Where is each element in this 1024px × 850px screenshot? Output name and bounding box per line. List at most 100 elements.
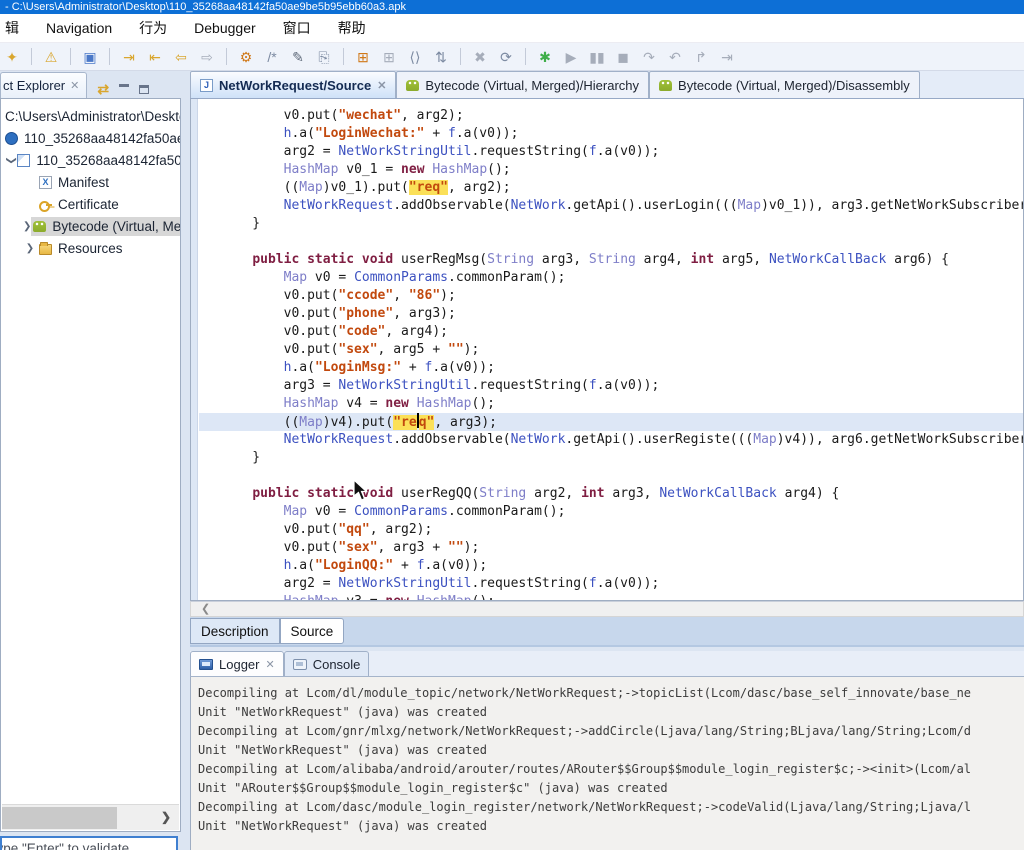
tab-logger[interactable]: Logger ✕ [190,651,284,676]
explorer-toolbar: ⇄ [97,81,149,98]
pause-icon[interactable]: ▮▮ [588,49,606,65]
close-icon[interactable]: ✕ [70,79,79,92]
toolbar-separator [226,48,227,65]
code-line: ((Map)v0_1).put("req", arg2); [199,179,1023,197]
menu-item-item[interactable]: 辑 [5,18,19,38]
menu-item-item[interactable]: 行为 [139,18,167,38]
toolbar-separator [343,48,344,65]
jump-into-icon[interactable]: ⇤ [146,49,164,65]
menu-item-navigation[interactable]: Navigation [46,20,112,36]
navigate-back-icon[interactable]: ⇦ [172,49,190,65]
code-view-icon[interactable]: ⟨⟩ [406,49,424,65]
filter-hint-box[interactable]: Type "Enter" to validate [0,836,178,850]
debug-icon[interactable]: ✱ [536,49,554,65]
code-line: HashMap v0_1 = new HashMap(); [199,161,1023,179]
java-file-icon: J [200,79,213,92]
log-line: Unit "NetWorkRequest" (java) was created [198,817,1024,836]
expand-icon[interactable]: ❯ [23,221,31,232]
delete-icon[interactable]: ✖ [471,49,489,65]
link-with-editor-icon[interactable]: ⇄ [97,81,109,98]
navigate-forward-icon[interactable]: ⇨ [198,49,216,65]
editor-bottom-tab-bar: Description Source [190,617,1024,647]
tree-item-c-users-administrator-desktop[interactable]: C:\Users\Administrator\Desktop [1,105,180,127]
comment-icon[interactable]: /* [263,49,281,65]
tree-item-label: Resources [58,241,123,256]
tab-networkrequest-source[interactable]: J NetWorkRequest/Source ✕ [190,71,396,98]
grid-view-icon[interactable]: ⊞ [354,49,372,65]
menu-item-debugger[interactable]: Debugger [194,20,256,36]
maximize-icon[interactable] [139,85,149,94]
code-line: public static void userRegMsg(String arg… [199,251,1023,269]
bottom-tab-label: Description [201,624,269,639]
tree-item-certificate[interactable]: Certificate [1,193,180,215]
app-window: - C:\Users\Administrator\Desktop\110_352… [0,0,1024,850]
code-line: v0.put("phone", arg3); [199,305,1023,323]
scroll-right-icon[interactable]: ❯ [161,810,171,824]
code-line: h.a("LoginQQ:" + f.a(v0)); [199,557,1023,575]
stop-icon[interactable]: ◼ [614,49,632,65]
collapse-icon[interactable]: ❯ [6,156,17,164]
mouse-cursor [353,480,369,502]
menu-item-item[interactable]: 窗口 [283,18,311,38]
editor-tab-bar: J NetWorkRequest/Source ✕ Bytecode (Virtual… [190,71,1024,99]
code-content: v0.put("wechat", arg2); h.a("LoginWechat… [199,107,1023,601]
logger-tab-bar: Logger ✕ Console [190,651,1024,677]
tab-bytecode-virtual-merged-hierar[interactable]: Bytecode (Virtual, Merged)/Hierarchy [396,71,649,98]
rename-icon[interactable]: ✎ [289,49,307,65]
code-line: public static void userRegQQ(String arg2… [199,485,1023,503]
explorer-body: C:\Users\Administrator\Desktop 110_35268a… [0,98,181,832]
step-into-icon[interactable]: ↶ [666,49,684,65]
tab-description[interactable]: Description [190,618,280,644]
code-line: HashMap v4 = new HashMap(); [199,395,1023,413]
refresh-icon[interactable]: ⟳ [497,49,515,65]
logger-tab-label: Logger [219,657,259,672]
resume-icon[interactable]: ▶ [562,49,580,65]
tab-project-explorer[interactable]: ct Explorer ✕ [0,72,87,98]
export-document-icon[interactable]: ⎘ [315,49,333,65]
log-line: Unit "ARouter$$Group$$module_login_regis… [198,779,1024,798]
explorer-hscrollbar[interactable]: ❯ [2,804,179,830]
tree-item-bytecode-virtual-merged[interactable]: ❯Bytecode (Virtual, Merged) [1,215,180,237]
bottom-tab-label: Source [291,624,334,639]
editor-hscrollbar[interactable]: ❮ [190,601,1024,617]
tab-console[interactable]: Console [284,651,370,676]
tab-source[interactable]: Source [280,618,345,644]
xml-icon: X [39,176,52,189]
close-icon[interactable]: ✕ [377,79,386,92]
tab-bytecode-virtual-merged-disass[interactable]: Bytecode (Virtual, Merged)/Disassembly [649,71,920,98]
log-line: Decompiling at Lcom/dasc/module_login_re… [198,798,1024,817]
tree-item-110-35268aa48142fa50ae9be5b95e[interactable]: 110_35268aa48142fa50ae9be5b95ebb60a3.apk [1,127,180,149]
code-line: NetWorkRequest.addObservable(NetWork.get… [199,431,1023,449]
close-icon[interactable]: ✕ [265,658,274,671]
tree-item-manifest[interactable]: XManifest [1,171,180,193]
code-line [199,467,1023,485]
decompile-gears-icon[interactable]: ⚙ [237,49,255,65]
expand-icon[interactable]: ❯ [23,243,37,254]
flow-view-icon[interactable]: ⇅ [432,49,450,65]
code-line: arg3 = NetWorkStringUtil.requestString(f… [199,377,1023,395]
run-to-line-icon[interactable]: ⇥ [718,49,736,65]
tree-item-resources[interactable]: ❯ Resources [1,237,180,259]
logger-icon [199,659,213,670]
clipped-tool-icon[interactable]: ✦ [3,49,21,65]
log-line: Decompiling at Lcom/gnr/mlxg/network/Net… [198,722,1024,741]
menu-item-item[interactable]: 帮助 [338,18,366,38]
scrollbar-thumb[interactable] [2,807,117,829]
grid-view-alt-icon[interactable]: ⊞ [380,49,398,65]
code-line: } [199,449,1023,467]
scroll-left-icon[interactable]: ❮ [201,602,210,615]
logger-output[interactable]: Decompiling at Lcom/dl/module_topic/netw… [190,677,1024,850]
step-return-icon[interactable]: ↱ [692,49,710,65]
toolbar-separator [460,48,461,65]
minimize-icon[interactable] [119,84,129,87]
warning-icon[interactable]: ⚠ [42,49,60,65]
step-over-icon[interactable]: ↷ [640,49,658,65]
android-icon [33,221,46,232]
new-window-icon[interactable]: ▣ [81,49,99,65]
tree-item-label: C:\Users\Administrator\Desktop [5,109,181,124]
code-line: v0.put("ccode", "86"); [199,287,1023,305]
editor-tab-label: NetWorkRequest/Source [219,78,371,93]
goto-address-icon[interactable]: ⇥ [120,49,138,65]
tree-item-110-35268aa48142fa50ae9be5b95e[interactable]: ❯110_35268aa48142fa50ae9be5b95ebb60a3.ap… [1,149,180,171]
code-editor[interactable]: v0.put("wechat", arg2); h.a("LoginWechat… [190,99,1024,601]
